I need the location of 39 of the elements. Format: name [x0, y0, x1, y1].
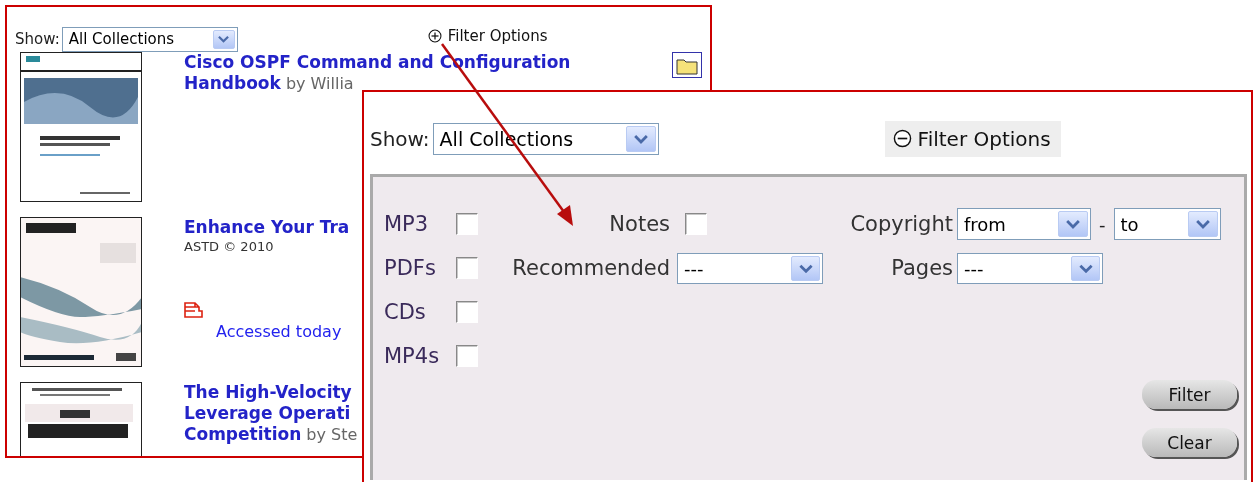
dropdown[interactable]: All Collections: [61, 26, 238, 52]
action-button[interactable]: Clear: [1142, 428, 1237, 457]
show-label: Show:: [15, 30, 60, 48]
dropdown[interactable]: ---: [677, 252, 823, 284]
notes-label: Notes: [609, 212, 671, 236]
checkbox[interactable]: [456, 345, 478, 367]
chevron-down-icon: [218, 35, 230, 43]
checkbox-label: MP3: [384, 212, 430, 236]
document-icon: [184, 302, 203, 318]
accessed-link[interactable]: Accessed today: [216, 321, 342, 342]
copyright-label: Copyright: [850, 212, 954, 236]
chevron-down-icon: [798, 263, 813, 273]
filter-options-toggle[interactable]: Filter Options: [884, 120, 1061, 157]
action-button[interactable]: Filter: [1142, 380, 1237, 409]
book-title-link[interactable]: The High-Velocity Leverage Operati Competition by Ste: [184, 382, 358, 445]
chevron-down-icon: [1066, 219, 1081, 229]
checkbox[interactable]: [685, 213, 707, 235]
range-separator: -: [1099, 213, 1106, 235]
filter-options-toggle[interactable]: Filter Options: [427, 27, 548, 45]
checkbox[interactable]: [456, 213, 478, 235]
publisher-text: ASTD © 2010: [184, 238, 275, 256]
dropdown[interactable]: from: [957, 208, 1091, 240]
checkbox-label: MP4s: [384, 344, 441, 368]
minus-circle-icon: [892, 129, 912, 148]
pages-label: Pages: [891, 256, 954, 280]
dropdown[interactable]: ---: [957, 252, 1103, 284]
chevron-down-icon: [1195, 219, 1210, 229]
recommended-label: Recommended: [512, 256, 671, 280]
chevron-down-icon: [633, 133, 648, 144]
show-label: Show:: [370, 126, 430, 151]
checkbox-label: PDFs: [384, 256, 437, 280]
dropdown[interactable]: to: [1113, 208, 1221, 240]
folder-icon[interactable]: [672, 52, 702, 78]
book-title-link[interactable]: Enhance Your Tra: [184, 217, 350, 238]
checkbox[interactable]: [456, 257, 478, 279]
checkbox-label: CDs: [384, 300, 427, 324]
chevron-down-icon: [1078, 263, 1093, 273]
checkbox[interactable]: [456, 301, 478, 323]
plus-circle-icon: [427, 29, 442, 43]
